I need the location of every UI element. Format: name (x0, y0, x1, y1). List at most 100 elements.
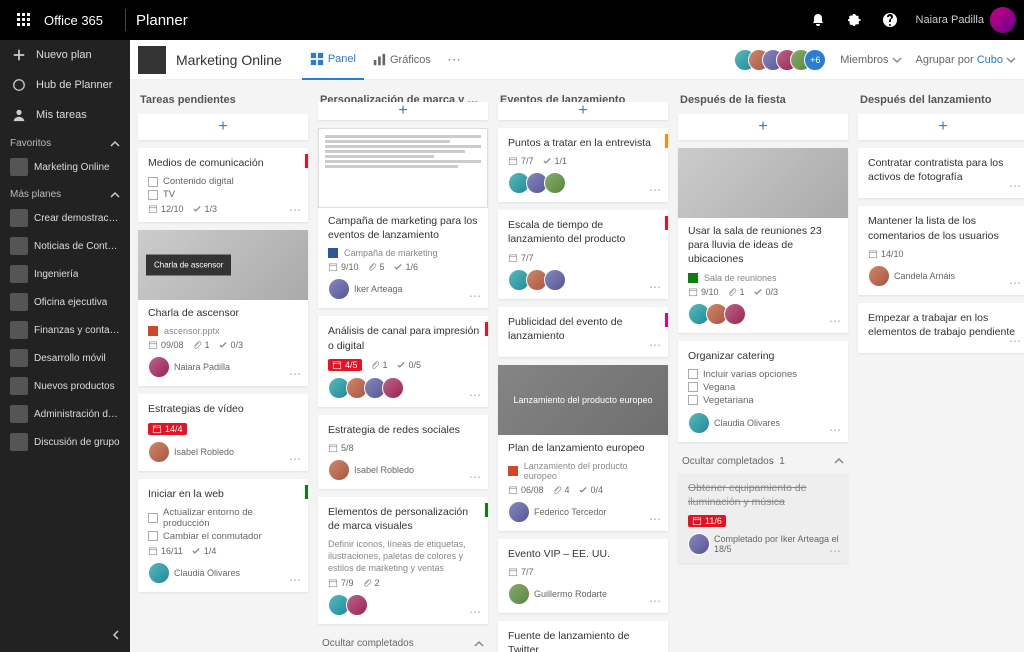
hide-completed-toggle[interactable]: Ocultar completados 1 (678, 450, 848, 473)
more-menu-icon[interactable]: ⋯ (439, 51, 470, 68)
plan-label: Ingeniería (34, 269, 78, 280)
attachment-link[interactable]: Campaña de marketing (328, 248, 480, 258)
user-avatar[interactable] (990, 7, 1016, 33)
card-more-icon[interactable]: ⋯ (469, 606, 482, 618)
notifications-icon[interactable] (800, 0, 836, 40)
card-more-icon[interactable]: ⋯ (829, 424, 842, 436)
collapse-sidebar-button[interactable] (110, 629, 122, 644)
category-color (305, 154, 308, 168)
bucket-title[interactable]: Tareas pendientes (138, 90, 308, 114)
checklist-item[interactable]: Incluir varias opciones (688, 369, 840, 380)
task-card[interactable]: Empezar a trabajar en los elementos de t… (858, 303, 1024, 353)
bucket-title[interactable]: Eventos de lanzamiento (498, 90, 668, 102)
bucket-title[interactable]: Personalización de marca y mensajería (318, 90, 488, 102)
add-task-button[interactable]: + (858, 114, 1024, 140)
task-card[interactable]: Evento VIP – EE. UU.7/7Guillermo Rodarte… (498, 539, 668, 613)
checklist-item[interactable]: TV (148, 189, 300, 200)
task-card[interactable]: Usar la sala de reuniones 23 para lluvia… (678, 148, 848, 333)
group-by-dropdown[interactable]: Agrupar por Cubo (916, 54, 1016, 66)
card-more-icon[interactable]: ⋯ (289, 574, 302, 586)
tab-charts[interactable]: Gráficos (364, 40, 439, 80)
card-more-icon[interactable]: ⋯ (469, 290, 482, 302)
card-more-icon[interactable]: ⋯ (649, 513, 662, 525)
card-more-icon[interactable]: ⋯ (469, 389, 482, 401)
card-more-icon[interactable]: ⋯ (289, 204, 302, 216)
card-more-icon[interactable]: ⋯ (649, 184, 662, 196)
members-dropdown[interactable]: Miembros (840, 54, 901, 66)
task-card[interactable]: Elementos de personalización de marca vi… (318, 497, 488, 624)
task-card[interactable]: Mantener la lista de los comentarios de … (858, 206, 1024, 294)
task-card[interactable]: Charla de ascensorCharla de ascensorasce… (138, 230, 308, 386)
card-more-icon[interactable]: ⋯ (1009, 180, 1022, 192)
add-task-button[interactable]: + (678, 114, 848, 140)
plan-members[interactable]: +6 (738, 49, 826, 71)
sidebar-plan-item[interactable]: Administración de pro... (0, 400, 130, 428)
task-card[interactable]: Iniciar en la webActualizar entorno de p… (138, 479, 308, 592)
attachment-link[interactable]: ascensor.pptx (148, 326, 300, 336)
checklist-item[interactable]: Cambiar el conmutador (148, 531, 300, 542)
task-card[interactable]: Análisis de canal para impresión o digit… (318, 316, 488, 406)
plan-thumb (10, 405, 28, 423)
attachment-badge: 1 (727, 287, 745, 297)
task-card[interactable]: Escala de tiempo de lanzamiento del prod… (498, 210, 668, 298)
card-more-icon[interactable]: ⋯ (649, 339, 662, 351)
task-card[interactable]: Organizar cateringIncluir varias opcione… (678, 341, 848, 442)
task-card[interactable]: Obtener equipamiento de iluminación y mú… (678, 473, 848, 563)
card-more-icon[interactable]: ⋯ (1009, 335, 1022, 347)
add-task-button[interactable]: + (318, 102, 488, 120)
plus-icon (10, 46, 28, 64)
hub-icon (10, 76, 28, 94)
sidebar-plan-item[interactable]: Discusión de grupo (0, 428, 130, 456)
sidebar-plan-item[interactable]: Marketing Online (0, 153, 130, 181)
card-more-icon[interactable]: ⋯ (649, 595, 662, 607)
add-task-button[interactable]: + (138, 114, 308, 140)
checklist-item[interactable]: Contenido digital (148, 176, 300, 187)
card-more-icon[interactable]: ⋯ (289, 368, 302, 380)
sidebar-plan-item[interactable]: Noticias de Contoso (0, 232, 130, 260)
sidebar-plan-item[interactable]: Ingeniería (0, 260, 130, 288)
task-card[interactable]: Fuente de lanzamiento de Twitter31/3Isab… (498, 621, 668, 652)
sidebar-plan-item[interactable]: Nuevos productos (0, 372, 130, 400)
task-card[interactable]: Campaña de marketing para los eventos de… (318, 128, 488, 308)
sidebar-plan-item[interactable]: Desarrollo móvil (0, 344, 130, 372)
date-badge: 9/10 (328, 262, 359, 272)
tab-panel[interactable]: Panel (302, 40, 364, 80)
card-title: Mantener la lista de los comentarios de … (868, 214, 1020, 242)
settings-icon[interactable] (836, 0, 872, 40)
sidebar-plan-item[interactable]: Crear demostración (0, 204, 130, 232)
sidebar-plan-item[interactable]: Finanzas y contabilidad (0, 316, 130, 344)
bucket-title[interactable]: Después del lanzamiento (858, 90, 1024, 114)
checklist-item[interactable]: Vegetariana (688, 395, 840, 406)
attachment-link[interactable]: Sala de reuniones (688, 273, 840, 283)
help-icon[interactable] (872, 0, 908, 40)
app-launcher-icon[interactable] (8, 4, 40, 36)
completed-by-text: Completado por Iker Arteaga el 18/5 (714, 534, 840, 554)
task-card[interactable]: Contratar contratista para los activos d… (858, 148, 1024, 198)
attachment-link[interactable]: Lanzamiento del producto europeo (508, 461, 660, 481)
task-card[interactable]: Medios de comunicaciónContenido digitalT… (138, 148, 308, 222)
my-tasks-button[interactable]: Mis tareas (0, 100, 130, 130)
avatar (346, 594, 368, 616)
task-card[interactable]: Puntos a tratar en la entrevista7/71/1⋯ (498, 128, 668, 202)
favorites-header[interactable]: Favoritos (0, 130, 130, 153)
assignees (328, 377, 480, 399)
task-card[interactable]: Estrategia de redes sociales5/8Isabel Ro… (318, 415, 488, 489)
hub-button[interactable]: Hub de Planner (0, 70, 130, 100)
bucket-title[interactable]: Después de la fiesta (678, 90, 848, 114)
card-more-icon[interactable]: ⋯ (829, 545, 842, 557)
checklist-item[interactable]: Vegana (688, 382, 840, 393)
card-more-icon[interactable]: ⋯ (1009, 277, 1022, 289)
card-more-icon[interactable]: ⋯ (469, 471, 482, 483)
card-more-icon[interactable]: ⋯ (289, 453, 302, 465)
card-more-icon[interactable]: ⋯ (649, 281, 662, 293)
task-card[interactable]: Lanzamiento del producto europeoPlan de … (498, 365, 668, 531)
add-task-button[interactable]: + (498, 102, 668, 120)
hide-completed-toggle[interactable]: Ocultar completados (318, 632, 488, 652)
more-plans-header[interactable]: Más planes (0, 181, 130, 204)
task-card[interactable]: Publicidad del evento de lanzamiento⋯ (498, 307, 668, 357)
sidebar-plan-item[interactable]: Oficina ejecutiva (0, 288, 130, 316)
new-plan-button[interactable]: Nuevo plan (0, 40, 130, 70)
checklist-item[interactable]: Actualizar entorno de producción (148, 507, 300, 529)
task-card[interactable]: Estrategias de vídeo14/4Isabel Robledo⋯ (138, 394, 308, 470)
card-more-icon[interactable]: ⋯ (829, 315, 842, 327)
